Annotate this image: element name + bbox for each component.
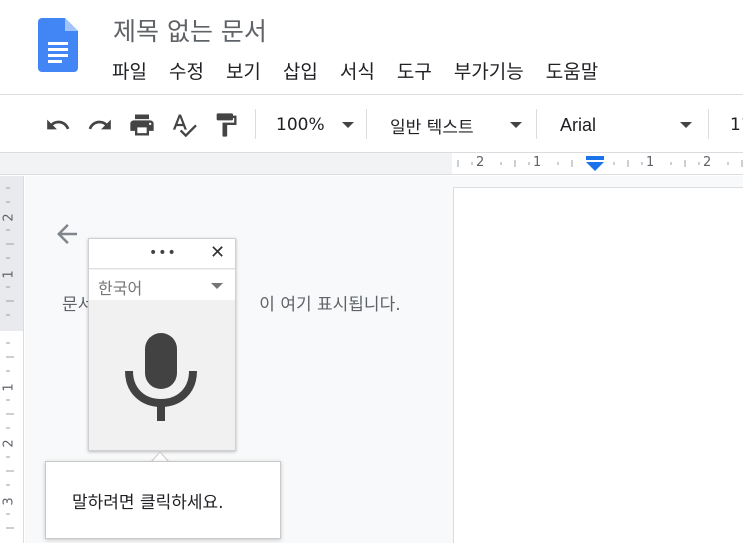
ruler-label: 1 [1,383,17,392]
document-page[interactable] [453,187,743,543]
toolbar-separator [255,109,256,139]
undo-icon [47,119,70,130]
ruler-label: 2 [476,155,485,170]
font-size-field[interactable]: 11 [730,111,743,139]
spellcheck-icon [172,114,197,138]
redo-icon [88,119,111,130]
menu-insert[interactable]: 삽입 [283,58,318,86]
font-dropdown[interactable]: Arial [560,111,695,139]
menu-addons[interactable]: 부가기능 [454,58,524,86]
voice-panel-header[interactable]: ••• ✕ [89,239,235,269]
menu-format[interactable]: 서식 [340,58,375,86]
vertical-ruler[interactable]: 2 1 1 2 3 [0,176,24,543]
ruler-label: 2 [1,213,17,222]
chevron-down-icon [510,122,522,128]
redo-button[interactable] [86,111,114,139]
zoom-value: 100% [276,115,325,135]
docs-logo-icon[interactable] [38,18,78,72]
ruler-label: 1 [1,270,17,279]
toolbar: 100% 일반 텍스트 Arial 11 [0,95,743,153]
style-value: 일반 텍스트 [390,117,474,138]
undo-button[interactable] [44,111,72,139]
menu-bar: 파일 수정 보기 삽입 서식 도구 부가기능 도움말 [112,58,620,86]
back-arrow-icon[interactable] [52,219,82,249]
ruler-label: 2 [703,155,712,170]
language-value: 한국어 [98,279,143,298]
indent-marker-icon[interactable] [585,156,605,172]
horizontal-ruler[interactable]: 2 1 1 2 [452,153,743,174]
ruler-label: 2 [1,439,17,448]
more-icon[interactable]: ••• [149,245,177,261]
menu-edit[interactable]: 수정 [169,58,204,86]
paint-format-button[interactable] [212,111,240,139]
language-dropdown[interactable]: 한국어 [89,270,235,300]
ruler-label: 3 [1,497,17,506]
chevron-down-icon [680,122,692,128]
toolbar-separator [708,109,709,139]
ruler-label: 1 [533,155,542,170]
font-size-value: 11 [730,115,743,135]
menu-view[interactable]: 보기 [226,58,261,86]
menu-file[interactable]: 파일 [112,58,147,86]
print-icon [130,114,154,136]
ruler-label: 1 [646,155,655,170]
paint-format-icon [216,113,237,137]
outline-hint-right: 이 여기 표시됩니다. [259,295,401,315]
document-title[interactable]: 제목 없는 문서 [113,12,267,48]
app-header: 제목 없는 문서 파일 수정 보기 삽입 서식 도구 부가기능 도움말 [0,0,743,95]
microphone-icon[interactable] [121,327,201,427]
spellcheck-button[interactable] [170,111,198,139]
chevron-down-icon [342,122,354,128]
close-icon[interactable]: ✕ [210,242,225,263]
voice-typing-panel: ••• ✕ 한국어 [88,238,236,451]
tooltip: 말하려면 클릭하세요. [45,461,281,539]
style-dropdown[interactable]: 일반 텍스트 [390,111,525,139]
horizontal-ruler-strip: 2 1 1 2 [0,153,743,175]
tooltip-text: 말하려면 클릭하세요. [72,493,224,513]
menu-help[interactable]: 도움말 [546,58,598,86]
chevron-down-icon [211,283,223,289]
font-value: Arial [560,114,597,135]
ruler-ticks [6,187,14,529]
print-button[interactable] [128,111,156,139]
toolbar-separator [536,109,537,139]
menu-tools[interactable]: 도구 [397,58,432,86]
zoom-dropdown[interactable]: 100% [276,111,356,139]
toolbar-separator [366,109,367,139]
